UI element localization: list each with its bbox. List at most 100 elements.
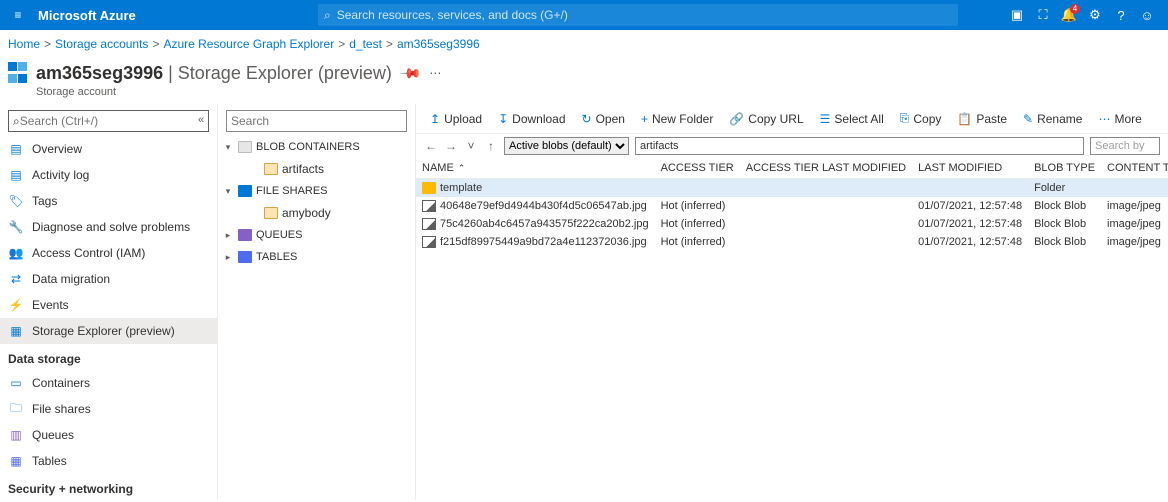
nav-item-label: Storage Explorer (preview)	[32, 324, 175, 338]
more-icon: ⋯	[1098, 112, 1110, 126]
toolbar-rename-button[interactable]: ✎Rename	[1017, 110, 1088, 128]
forward-icon[interactable]: →	[444, 139, 458, 153]
cell	[740, 197, 912, 215]
breadcrumb-link[interactable]: d_test	[349, 37, 382, 51]
se-icon: ▦	[8, 323, 24, 339]
toolbar-button-label: Open	[596, 112, 625, 126]
toolbar-button-label: Copy	[913, 112, 941, 126]
open-icon: ↻	[582, 112, 592, 126]
column-header[interactable]: CONTENT TYPE	[1101, 158, 1168, 179]
breadcrumb-link[interactable]: Storage accounts	[55, 37, 148, 51]
nav-item-events[interactable]: ⚡Events	[0, 292, 217, 318]
down-icon[interactable]: ˅	[464, 139, 478, 153]
nav-item-label: Activity log	[32, 168, 89, 182]
cell: 01/07/2021, 12:57:48	[912, 215, 1028, 233]
tree-child-label: artifacts	[282, 162, 411, 176]
breadcrumb-link[interactable]: am365seg3996	[397, 37, 480, 51]
column-header[interactable]: ACCESS TIER LAST MODIFIED	[740, 158, 912, 179]
grid-search[interactable]: Search by	[1090, 137, 1160, 155]
tree-node-label: TABLES	[256, 251, 411, 263]
feedback-icon[interactable]: ☺	[1134, 8, 1160, 23]
copy-url-icon: 🔗	[729, 112, 744, 126]
column-header[interactable]: ACCESS TIER	[655, 158, 740, 179]
select-all-icon: ☰	[820, 112, 831, 126]
toolbar-more-button[interactable]: ⋯ More	[1092, 110, 1147, 128]
overview-icon: ▤	[8, 141, 24, 157]
breadcrumb: Home>Storage accounts>Azure Resource Gra…	[0, 30, 1168, 54]
more-icon[interactable]: ⋯	[429, 66, 441, 80]
back-icon[interactable]: ←	[424, 139, 438, 153]
storage-account-icon	[8, 62, 30, 84]
column-header[interactable]: BLOB TYPE	[1028, 158, 1101, 179]
caret-down-icon[interactable]: ▾	[222, 186, 234, 197]
global-search-input[interactable]	[337, 8, 952, 22]
tree-node[interactable]: ▾FILE SHARES	[218, 180, 415, 202]
migrate-icon: ⇄	[8, 271, 24, 287]
settings-icon[interactable]: ⚙	[1082, 7, 1108, 23]
toolbar-button-label: Select All	[834, 112, 883, 126]
breadcrumb-link[interactable]: Azure Resource Graph Explorer	[163, 37, 334, 51]
notifications-icon[interactable]: 🔔4	[1056, 7, 1082, 23]
nav-item-activity[interactable]: ▤Activity log	[0, 162, 217, 188]
nav-item-diag[interactable]: 🔧Diagnose and solve problems	[0, 214, 217, 240]
caret-right-icon[interactable]: ▸	[222, 230, 234, 241]
collapse-button[interactable]: «	[198, 114, 204, 126]
nav-item-se[interactable]: ▦ Storage Explorer (preview)	[0, 318, 217, 344]
cell	[912, 179, 1028, 198]
iam-icon: 👥	[8, 245, 24, 261]
toolbar-download-button[interactable]: ↧Download	[492, 110, 571, 128]
fileshares-icon: 🗀	[8, 401, 24, 417]
help-icon[interactable]: ?	[1108, 8, 1134, 23]
nav-item-migrate[interactable]: ⇄Data migration	[0, 266, 217, 292]
nav-item-queues[interactable]: ▥Queues	[0, 422, 217, 448]
blob-table: NAME⌃ACCESS TIERACCESS TIER LAST MODIFIE…	[416, 158, 1168, 251]
global-search[interactable]: ⌕	[318, 4, 958, 26]
column-header[interactable]: NAME⌃	[416, 158, 655, 179]
tree-node[interactable]: ▸ TABLES	[218, 246, 415, 268]
nav-item-overview[interactable]: ▤Overview	[0, 136, 217, 162]
toolbar-select-all-button[interactable]: ☰Select All	[814, 110, 890, 128]
blob-filter-select[interactable]: Active blobs (default)	[504, 137, 629, 155]
table-row[interactable]: f215df89975449a9bd72a4e112372036.jpgHot …	[416, 233, 1168, 251]
chevron-right-icon: >	[152, 37, 159, 51]
tree-node[interactable]: ▾BLOB CONTAINERS	[218, 136, 415, 158]
column-header[interactable]: LAST MODIFIED	[912, 158, 1028, 179]
nav-item-tags[interactable]: 🏷Tags	[0, 188, 217, 214]
breadcrumb-link[interactable]: Home	[8, 37, 40, 51]
toolbar-upload-button[interactable]: ↥Upload	[424, 110, 488, 128]
caret-down-icon[interactable]: ▾	[222, 142, 234, 153]
table-row[interactable]: 40648e79ef9d4944b430f4d5c06547ab.jpgHot …	[416, 197, 1168, 215]
hamburger-icon[interactable]: ≡	[8, 8, 28, 22]
tree-node[interactable]: ▸QUEUES	[218, 224, 415, 246]
nav-item-tables[interactable]: ▦Tables	[0, 448, 217, 474]
caret-right-icon[interactable]: ▸	[222, 252, 234, 263]
directories-icon[interactable]: ⛶	[1030, 7, 1056, 23]
toolbar-paste-button[interactable]: 📋Paste	[951, 110, 1013, 128]
table-row[interactable]: 75c4260ab4c6457a943575f222ca20b2.jpgHot …	[416, 215, 1168, 233]
pin-icon[interactable]: 📌	[398, 61, 422, 85]
toolbar-new-folder-button[interactable]: +New Folder	[635, 110, 719, 128]
cell: Block Blob	[1028, 233, 1101, 251]
nav-item-fileshares[interactable]: 🗀File shares	[0, 396, 217, 422]
tree-search-input[interactable]	[231, 114, 402, 128]
nav-item-containers[interactable]: ▭Containers	[0, 370, 217, 396]
cell: 01/07/2021, 12:57:48	[912, 233, 1028, 251]
cell: Hot (inferred)	[655, 233, 740, 251]
menu-search-input[interactable]	[20, 114, 204, 128]
nav-item-iam[interactable]: 👥Access Control (IAM)	[0, 240, 217, 266]
tree-child-node[interactable]: artifacts	[218, 158, 415, 180]
toolbar-button-label: More	[1114, 112, 1141, 126]
folder-icon	[264, 163, 278, 175]
path-input[interactable]: artifacts	[635, 137, 1084, 155]
menu-search[interactable]: ⌕	[8, 110, 209, 132]
upload-icon: ↥	[430, 112, 440, 126]
table-row[interactable]: templateFolder	[416, 179, 1168, 198]
toolbar-copy-button[interactable]: ⎘Copy	[894, 109, 948, 128]
toolbar-copy-url-button[interactable]: 🔗Copy URL	[723, 110, 809, 128]
cloud-shell-icon[interactable]: ▣	[1004, 7, 1030, 23]
nav-item-label: Queues	[32, 428, 74, 442]
toolbar-open-button[interactable]: ↻ Open	[576, 110, 631, 128]
up-icon[interactable]: ↑	[484, 139, 498, 153]
tree-child-node[interactable]: amybody	[218, 202, 415, 224]
tree-search[interactable]	[226, 110, 407, 132]
